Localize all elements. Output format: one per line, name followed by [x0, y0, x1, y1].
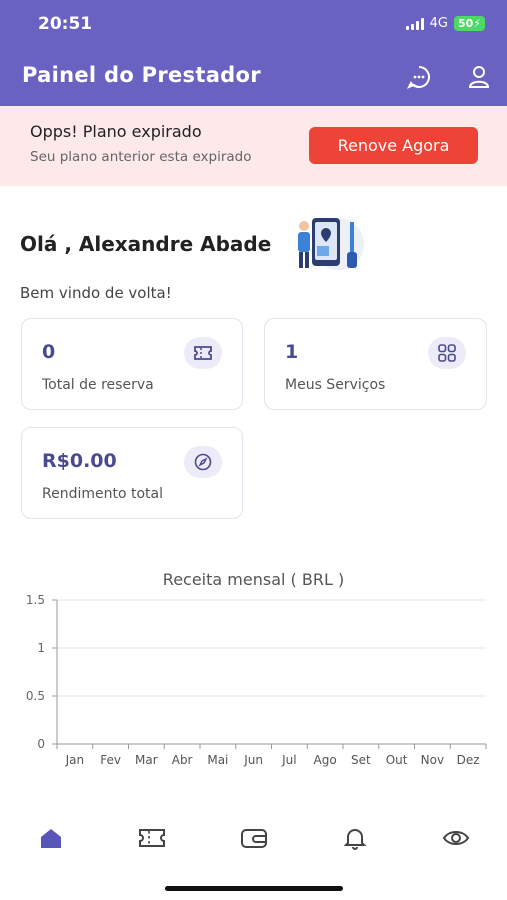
stat-value: R$0.00 [42, 450, 117, 472]
stat-value: 0 [42, 341, 56, 363]
x-tick-label: Out [386, 753, 408, 767]
x-tick-label: Mar [135, 753, 158, 767]
app-header: 20:51 4G 50⚡ Painel do Prestador [0, 0, 507, 106]
stat-card-total-earnings[interactable]: R$0.00 Rendimento total [21, 427, 243, 519]
home-icon [41, 828, 61, 848]
y-tick-label: 1.5 [26, 593, 45, 607]
profile-icon[interactable] [466, 64, 492, 90]
nav-bookings[interactable] [127, 815, 177, 860]
x-tick-label: Jun [243, 753, 263, 767]
ticket-icon [184, 337, 222, 369]
network-label: 4G [429, 16, 448, 31]
signal-icon [405, 17, 424, 30]
compass-icon [184, 446, 222, 478]
grid-icon [428, 337, 466, 369]
nav-home[interactable] [26, 815, 76, 860]
x-tick-label: Set [351, 753, 371, 767]
banner-subtitle: Seu plano anterior esta expirado [30, 149, 252, 165]
x-tick-label: Nov [421, 753, 444, 767]
y-tick-label: 0.5 [26, 689, 45, 703]
chat-icon[interactable] [406, 64, 432, 90]
nav-notifications[interactable] [330, 815, 380, 860]
home-indicator [165, 886, 343, 891]
monthly-revenue-chart: 0 0.5 1 1.5 Jan Fev Mar Abr Mai Jun Jul Ago Set Out No… [26, 593, 487, 767]
x-tick-label: Ago [314, 753, 337, 767]
battery-level: 50 [457, 17, 474, 30]
x-tick-label: Fev [100, 753, 121, 767]
stat-card-my-services[interactable]: 1 Meus Serviços [264, 318, 487, 410]
nav-view[interactable] [431, 815, 481, 860]
status-indicators: 4G 50⚡ [405, 16, 485, 31]
x-tick-label: Jul [281, 753, 296, 767]
bell-icon [343, 828, 367, 850]
x-tick-label: Abr [172, 753, 193, 767]
ticket-icon [139, 828, 165, 847]
wallet-icon [241, 828, 267, 848]
x-tick-label: Mai [207, 753, 228, 767]
stat-value: 1 [285, 341, 299, 363]
eye-icon [442, 830, 470, 845]
stat-label: Total de reserva [42, 377, 154, 393]
bottom-navigation [0, 815, 507, 860]
page-title: Painel do Prestador [22, 63, 261, 87]
battery-icon: 50⚡ [453, 16, 485, 31]
x-tick-label: Dez [457, 753, 480, 767]
chart-title: Receita mensal ( BRL ) [162, 570, 345, 589]
stat-label: Rendimento total [42, 486, 164, 502]
map-illustration-icon [298, 218, 364, 270]
y-tick-label: 1 [37, 641, 45, 655]
status-time: 20:51 [38, 14, 93, 34]
y-tick-label: 0 [37, 737, 45, 751]
banner-title: Opps! Plano expirado [30, 122, 202, 141]
stat-card-total-bookings[interactable]: 0 Total de reserva [21, 318, 243, 410]
stat-label: Meus Serviços [285, 377, 386, 393]
renew-now-button[interactable]: Renove Agora [309, 127, 478, 164]
nav-wallet[interactable] [229, 815, 279, 860]
greeting: Olá , Alexandre Abade [20, 232, 272, 256]
x-tick-label: Jan [65, 753, 85, 767]
welcome-text: Bem vindo de volta! [20, 284, 172, 302]
